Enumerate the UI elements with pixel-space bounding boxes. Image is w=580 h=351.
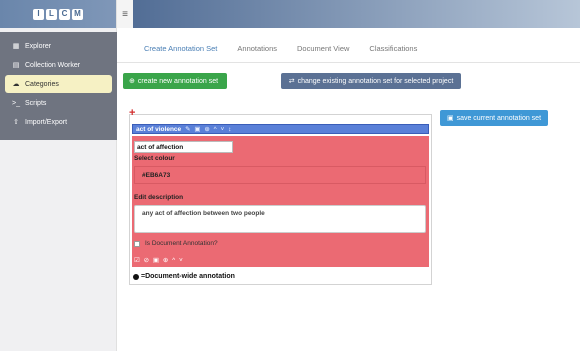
create-annotation-set-button[interactable]: ⊕ create new annotation set xyxy=(123,73,227,89)
menu-icon[interactable]: ≡ xyxy=(117,0,133,28)
change-annotation-set-button[interactable]: ⇄ change existing annotation set for sel… xyxy=(281,73,461,89)
terminal-icon: >_ xyxy=(12,99,20,107)
document-annotation-checkbox[interactable] xyxy=(134,240,140,247)
annotation-row-tools[interactable]: ☑ ⊘ ▣ ⊕ ^ ˅ xyxy=(134,256,184,264)
sidebar-item-collection-worker[interactable]: ▤ Collection Worker xyxy=(5,56,112,74)
sidebar-item-label: Explorer xyxy=(25,42,52,50)
annotation-edit-area xyxy=(132,136,429,267)
table-icon: ▦ xyxy=(12,43,20,50)
select-colour-label: Select colour xyxy=(134,155,175,162)
tab-annotations[interactable]: Annotations xyxy=(233,42,281,55)
floppy-icon: ▣ xyxy=(446,115,454,122)
create-button-label: create new annotation set xyxy=(137,77,219,85)
logo-letter: C xyxy=(59,8,70,20)
annotation-header[interactable]: act of violence ✎ ▣ ⊕ ^ ˅ ↕ xyxy=(132,124,429,134)
tab-create-annotation-set[interactable]: Create Annotation Set xyxy=(140,42,221,55)
sidebar-item-explorer[interactable]: ▦ Explorer xyxy=(5,37,112,55)
change-button-label: change existing annotation set for selec… xyxy=(297,77,454,85)
file-icon: ▤ xyxy=(12,62,20,69)
add-annotation-icon[interactable]: + xyxy=(129,108,135,119)
dot-icon xyxy=(133,273,139,280)
save-button-label: save current annotation set xyxy=(456,114,542,122)
app-root: I L C M ▦ Explorer ▤ Collection Worker ☁… xyxy=(0,0,580,351)
sidebar-item-import-export[interactable]: ⇧ Import/Export xyxy=(5,113,112,131)
annotation-tools-icons[interactable]: ✎ ▣ ⊕ ^ ˅ ↕ xyxy=(185,125,232,133)
tab-classifications[interactable]: Classifications xyxy=(365,42,421,55)
colour-field[interactable]: #EB6A73 xyxy=(134,166,426,184)
edit-description-label: Edit description xyxy=(134,194,184,201)
plus-circle-icon: ⊕ xyxy=(129,78,135,85)
document-annotation-row: Is Document Annotation? xyxy=(134,240,218,247)
legend: =Document-wide annotation xyxy=(133,273,235,280)
upload-icon: ⇧ xyxy=(13,119,19,126)
description-textarea[interactable]: any act of affection between two people xyxy=(134,205,426,233)
logo-letter: L xyxy=(46,8,57,20)
sidebar: I L C M ▦ Explorer ▤ Collection Worker ☁… xyxy=(0,0,117,351)
sidebar-item-categories[interactable]: ☁ Categories xyxy=(5,75,112,93)
annotation-name-input[interactable]: act of affection xyxy=(134,141,233,153)
document-annotation-label: Is Document Annotation? xyxy=(145,240,218,247)
legend-label: =Document-wide annotation xyxy=(141,273,235,280)
logo-letter: I xyxy=(33,8,44,20)
swap-icon: ⇄ xyxy=(288,78,295,85)
sidebar-item-label: Collection Worker xyxy=(25,61,81,69)
sidebar-nav: ▦ Explorer ▤ Collection Worker ☁ Categor… xyxy=(0,36,117,132)
sidebar-item-scripts[interactable]: >_ Scripts xyxy=(5,94,112,112)
sidebar-item-label: Scripts xyxy=(25,99,47,107)
sidebar-item-label: Import/Export xyxy=(25,118,68,126)
logo-letter: M xyxy=(72,8,83,20)
tab-document-view[interactable]: Document View xyxy=(293,42,353,55)
tab-divider xyxy=(117,62,580,63)
top-bar: ≡ xyxy=(117,0,580,28)
sidebar-item-label: Categories xyxy=(25,80,59,88)
save-annotation-set-button[interactable]: ▣ save current annotation set xyxy=(440,110,548,126)
tab-bar: Create Annotation Set Annotations Docume… xyxy=(140,42,421,55)
logo[interactable]: I L C M xyxy=(0,0,116,28)
annotation-header-label: act of violence xyxy=(136,125,182,133)
cloud-icon: ☁ xyxy=(12,81,20,88)
